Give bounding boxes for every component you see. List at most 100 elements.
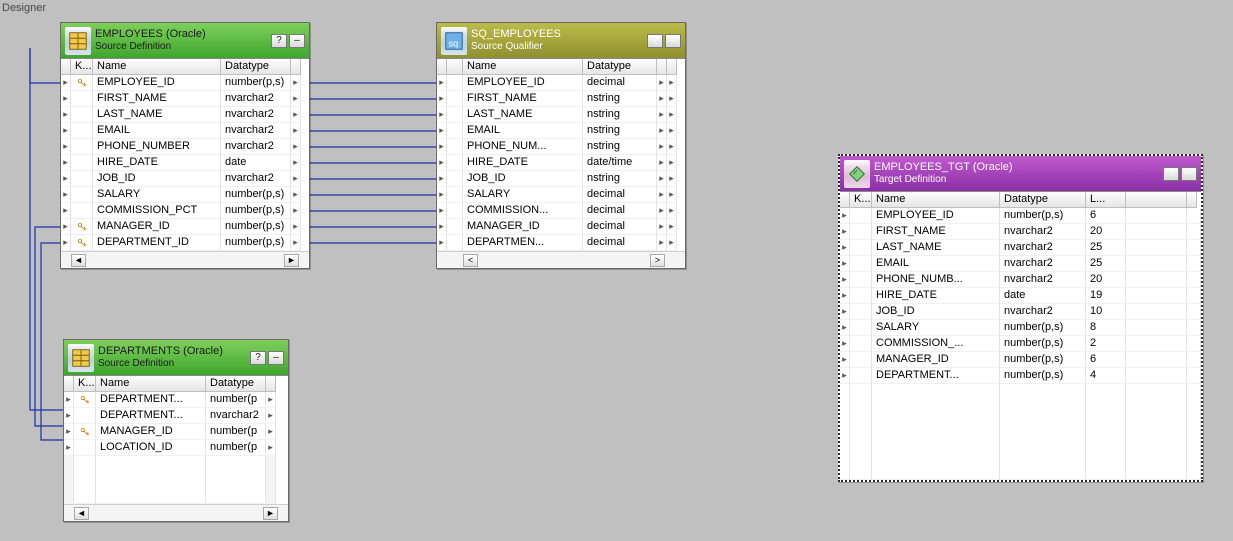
table-row[interactable]: ▸LOCATION_IDnumber(p▸ xyxy=(64,440,288,456)
port-handle[interactable]: ▸ xyxy=(266,408,276,424)
departments-titlebar[interactable]: DEPARTMENTS (Oracle) Source Definition ?… xyxy=(64,340,288,376)
port-handle[interactable]: ▸ xyxy=(64,408,74,424)
port-handle[interactable]: ▸ xyxy=(61,123,71,139)
port-handle[interactable]: ▸ xyxy=(437,75,447,91)
help-button[interactable]: ? xyxy=(647,34,663,48)
target-pane[interactable]: EMPLOYEES_TGT (Oracle) Target Definition… xyxy=(838,154,1203,482)
port-handle[interactable]: ▸ xyxy=(61,235,71,251)
port-handle[interactable]: ▸ xyxy=(667,235,677,251)
port-handle[interactable]: ▸ xyxy=(840,224,850,240)
table-row[interactable]: ▸COMMISSION_...number(p,s)2 xyxy=(840,336,1201,352)
help-button[interactable]: ? xyxy=(1163,167,1179,181)
table-row[interactable]: ▸MANAGER_IDnumber(p▸ xyxy=(64,424,288,440)
port-handle[interactable]: ▸ xyxy=(437,219,447,235)
port-handle[interactable]: ▸ xyxy=(657,155,667,171)
port-handle[interactable]: ▸ xyxy=(437,91,447,107)
port-handle[interactable]: ▸ xyxy=(840,256,850,272)
port-handle[interactable]: ▸ xyxy=(657,187,667,203)
table-row[interactable]: ▸DEPARTMENT_IDnumber(p,s)▸ xyxy=(61,235,309,251)
port-handle[interactable]: ▸ xyxy=(437,203,447,219)
port-handle[interactable]: ▸ xyxy=(437,123,447,139)
departments-pane[interactable]: DEPARTMENTS (Oracle) Source Definition ?… xyxy=(63,339,289,522)
port-handle[interactable]: ▸ xyxy=(840,288,850,304)
port-handle[interactable]: ▸ xyxy=(64,440,74,456)
col-name[interactable]: Name xyxy=(96,376,206,392)
table-row[interactable]: ▸FIRST_NAMEnstring▸▸ xyxy=(437,91,685,107)
port-handle[interactable]: ▸ xyxy=(667,139,677,155)
port-handle[interactable]: ▸ xyxy=(437,171,447,187)
table-row[interactable]: ▸FIRST_NAMEnvarchar220 xyxy=(840,224,1201,240)
port-handle[interactable]: ▸ xyxy=(291,219,301,235)
port-handle[interactable]: ▸ xyxy=(657,219,667,235)
port-handle[interactable]: ▸ xyxy=(657,235,667,251)
col-type[interactable]: Datatype xyxy=(583,59,657,75)
port-handle[interactable]: ▸ xyxy=(840,336,850,352)
port-handle[interactable]: ▸ xyxy=(291,139,301,155)
port-handle[interactable]: ▸ xyxy=(61,155,71,171)
table-row[interactable]: ▸HIRE_DATEdate19 xyxy=(840,288,1201,304)
port-handle[interactable]: ▸ xyxy=(61,187,71,203)
port-handle[interactable]: ▸ xyxy=(61,107,71,123)
col-type[interactable]: Datatype xyxy=(221,59,291,75)
port-handle[interactable]: ▸ xyxy=(64,424,74,440)
table-row[interactable]: ▸MANAGER_IDnumber(p,s)▸ xyxy=(61,219,309,235)
port-handle[interactable]: ▸ xyxy=(657,139,667,155)
port-handle[interactable]: ▸ xyxy=(291,235,301,251)
port-handle[interactable]: ▸ xyxy=(840,320,850,336)
table-row[interactable]: ▸LAST_NAMEnstring▸▸ xyxy=(437,107,685,123)
port-handle[interactable]: ▸ xyxy=(840,272,850,288)
scroll-right-button[interactable]: ► xyxy=(263,507,278,520)
table-row[interactable]: ▸EMAILnvarchar225 xyxy=(840,256,1201,272)
table-row[interactable]: ▸LAST_NAMEnvarchar225 xyxy=(840,240,1201,256)
scroll-right-button[interactable]: > xyxy=(650,254,665,267)
table-row[interactable]: ▸JOB_IDnvarchar2▸ xyxy=(61,171,309,187)
col-name[interactable]: Name xyxy=(93,59,221,75)
port-handle[interactable]: ▸ xyxy=(667,75,677,91)
table-row[interactable]: ▸HIRE_DATEdate/time▸▸ xyxy=(437,155,685,171)
port-handle[interactable]: ▸ xyxy=(657,107,667,123)
table-row[interactable]: ▸DEPARTMENT...number(p,s)4 xyxy=(840,368,1201,384)
scroll-left-button[interactable]: < xyxy=(463,254,478,267)
port-handle[interactable]: ▸ xyxy=(667,123,677,139)
target-titlebar[interactable]: EMPLOYEES_TGT (Oracle) Target Definition… xyxy=(840,156,1201,192)
table-row[interactable]: ▸FIRST_NAMEnvarchar2▸ xyxy=(61,91,309,107)
scroll-left-button[interactable]: ◄ xyxy=(74,507,89,520)
port-handle[interactable]: ▸ xyxy=(266,440,276,456)
port-handle[interactable]: ▸ xyxy=(291,123,301,139)
port-handle[interactable]: ▸ xyxy=(437,155,447,171)
table-row[interactable]: ▸EMAILnvarchar2▸ xyxy=(61,123,309,139)
port-handle[interactable]: ▸ xyxy=(437,187,447,203)
table-row[interactable]: ▸EMPLOYEE_IDdecimal▸▸ xyxy=(437,75,685,91)
table-row[interactable]: ▸DEPARTMENT...nvarchar2▸ xyxy=(64,408,288,424)
port-handle[interactable]: ▸ xyxy=(667,107,677,123)
port-handle[interactable]: ▸ xyxy=(291,91,301,107)
table-row[interactable]: ▸PHONE_NUMB...nvarchar220 xyxy=(840,272,1201,288)
employees-titlebar[interactable]: EMPLOYEES (Oracle) Source Definition ? – xyxy=(61,23,309,59)
col-len[interactable]: L... xyxy=(1086,192,1126,208)
port-handle[interactable]: ▸ xyxy=(291,75,301,91)
sq-titlebar[interactable]: sq SQ_EMPLOYEES Source Qualifier ? – xyxy=(437,23,685,59)
port-handle[interactable]: ▸ xyxy=(657,91,667,107)
table-row[interactable]: ▸JOB_IDnvarchar210 xyxy=(840,304,1201,320)
port-handle[interactable]: ▸ xyxy=(667,219,677,235)
port-handle[interactable]: ▸ xyxy=(61,203,71,219)
port-handle[interactable]: ▸ xyxy=(291,155,301,171)
col-name[interactable]: Name xyxy=(872,192,1000,208)
scroll-right-button[interactable]: ► xyxy=(284,254,299,267)
table-row[interactable]: ▸PHONE_NUMBERnvarchar2▸ xyxy=(61,139,309,155)
employees-pane[interactable]: EMPLOYEES (Oracle) Source Definition ? –… xyxy=(60,22,310,269)
port-handle[interactable]: ▸ xyxy=(61,139,71,155)
help-button[interactable]: ? xyxy=(250,351,266,365)
table-row[interactable]: ▸DEPARTMEN...decimal▸▸ xyxy=(437,235,685,251)
port-handle[interactable]: ▸ xyxy=(840,368,850,384)
port-handle[interactable]: ▸ xyxy=(61,91,71,107)
port-handle[interactable]: ▸ xyxy=(657,75,667,91)
table-row[interactable]: ▸DEPARTMENT...number(p▸ xyxy=(64,392,288,408)
scroll-left-button[interactable]: ◄ xyxy=(71,254,86,267)
port-handle[interactable]: ▸ xyxy=(840,304,850,320)
table-row[interactable]: ▸PHONE_NUM...nstring▸▸ xyxy=(437,139,685,155)
port-handle[interactable]: ▸ xyxy=(437,107,447,123)
port-handle[interactable]: ▸ xyxy=(840,240,850,256)
minimize-button[interactable]: – xyxy=(1181,167,1197,181)
minimize-button[interactable]: – xyxy=(289,34,305,48)
